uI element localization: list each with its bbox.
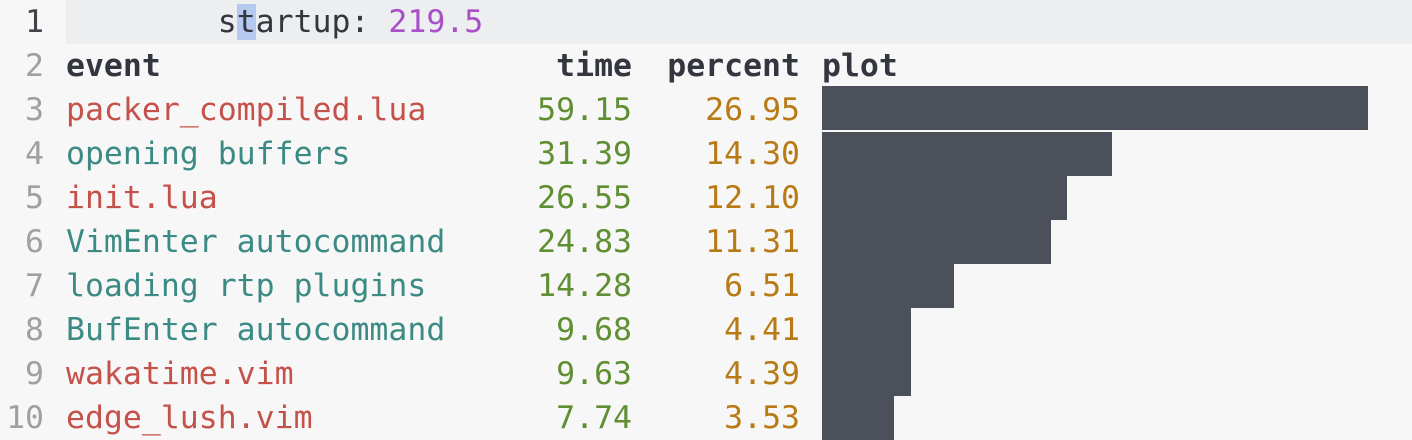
- line-number: 5: [25, 180, 44, 216]
- line-number: 6: [25, 224, 44, 260]
- line-number: 4: [25, 136, 44, 172]
- startuptime-buffer[interactable]: 1 startup: 219.5 2 event time percent pl…: [0, 0, 1412, 440]
- table-header-row[interactable]: 2 event time percent plot: [0, 44, 1412, 88]
- line-number: 8: [25, 312, 44, 348]
- column-header-percent: percent: [667, 48, 800, 84]
- event-time: 59.15: [537, 92, 632, 128]
- event-time: 31.39: [537, 136, 632, 172]
- event-time: 9.68: [556, 312, 632, 348]
- event-name: opening buffers: [66, 136, 351, 172]
- line-number: 3: [25, 92, 44, 128]
- event-percent: 14.30: [705, 136, 800, 172]
- plot-bar: [822, 396, 894, 440]
- event-name: edge_lush.vim: [66, 400, 313, 436]
- table-row[interactable]: 9 wakatime.vim 9.63 4.39: [0, 352, 1412, 396]
- table-row[interactable]: 5 init.lua 26.55 12.10: [0, 176, 1412, 220]
- plot-bar: [822, 176, 1067, 220]
- column-header-event: event: [66, 48, 161, 84]
- event-percent: 12.10: [705, 180, 800, 216]
- plot-bar: [822, 132, 1112, 176]
- table-row[interactable]: 6 VimEnter autocommand 24.83 11.31: [0, 220, 1412, 264]
- plot-bar: [822, 86, 1368, 130]
- buffer-line[interactable]: 1 startup: 219.5: [0, 0, 1412, 44]
- line-number: 10: [6, 400, 44, 436]
- event-time: 26.55: [537, 180, 632, 216]
- event-time: 14.28: [537, 268, 632, 304]
- line-number: 7: [25, 268, 44, 304]
- plot-bar: [822, 220, 1051, 264]
- table-row[interactable]: 4 opening buffers 31.39 14.30: [0, 132, 1412, 176]
- text-cursor: t: [236, 4, 256, 40]
- event-percent: 4.41: [724, 312, 800, 348]
- startup-label-suffix: artup:: [255, 4, 389, 40]
- event-percent: 3.53: [724, 400, 800, 436]
- event-name: VimEnter autocommand: [66, 224, 446, 260]
- event-percent: 6.51: [724, 268, 800, 304]
- event-name: loading rtp plugins: [66, 268, 427, 304]
- column-header-time: time: [556, 48, 632, 84]
- table-row[interactable]: 8 BufEnter autocommand 9.68 4.41: [0, 308, 1412, 352]
- startup-summary[interactable]: startup: 219.5: [66, 0, 1412, 44]
- line-number: 9: [25, 356, 44, 392]
- event-name: wakatime.vim: [66, 356, 294, 392]
- line-number: 1: [25, 4, 44, 40]
- event-time: 7.74: [556, 400, 632, 436]
- event-time: 24.83: [537, 224, 632, 260]
- column-header-plot: plot: [822, 48, 898, 84]
- event-percent: 4.39: [724, 356, 800, 392]
- event-percent: 11.31: [705, 224, 800, 260]
- line-number: 2: [25, 48, 44, 84]
- event-name: init.lua: [66, 180, 218, 216]
- startup-label-prefix: s: [66, 4, 237, 40]
- plot-bar: [822, 308, 911, 352]
- plot-bar: [822, 264, 954, 308]
- startup-total-value: 219.5: [388, 4, 484, 40]
- event-percent: 26.95: [705, 92, 800, 128]
- event-time: 9.63: [556, 356, 632, 392]
- table-row[interactable]: 10 edge_lush.vim 7.74 3.53: [0, 396, 1412, 440]
- plot-bar: [822, 352, 911, 396]
- event-name: packer_compiled.lua: [66, 92, 427, 128]
- table-row[interactable]: 7 loading rtp plugins 14.28 6.51: [0, 264, 1412, 308]
- event-name: BufEnter autocommand: [66, 312, 446, 348]
